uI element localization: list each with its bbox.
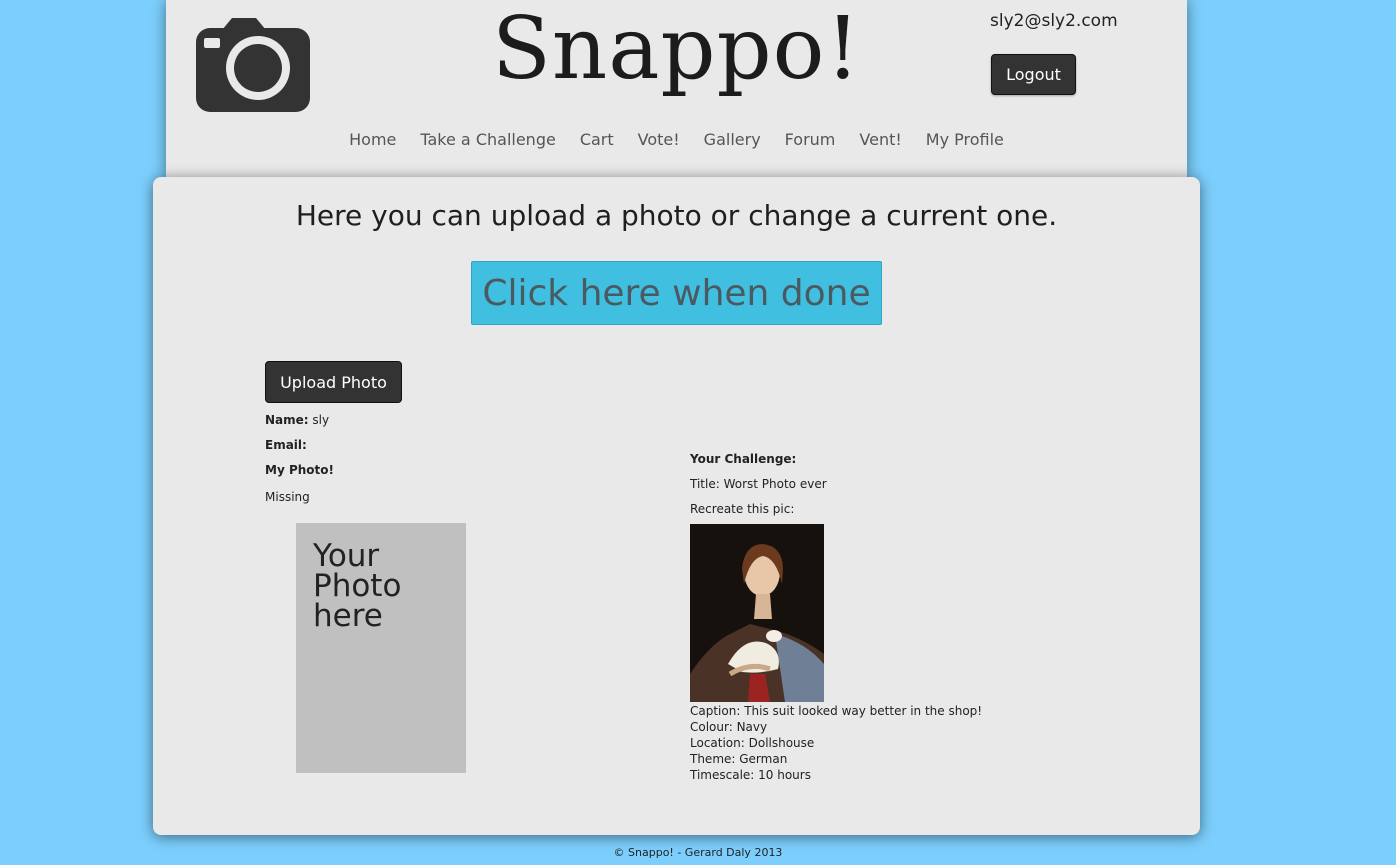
email-row: Email: [265,438,307,452]
name-value: sly [312,413,330,427]
placeholder-text: Your Photo here [313,538,402,634]
nav-vent[interactable]: Vent! [859,128,901,152]
name-row: Name: sly [265,413,329,427]
my-photo-label: My Photo! [265,463,334,477]
challenge-title: Title: Worst Photo ever [690,477,827,491]
user-email: sly2@sly2.com [990,11,1118,31]
site-header: Snappo! sly2@sly2.com Logout Home Take a… [166,0,1187,178]
page-intro: Here you can upload a photo or change a … [295,199,1058,232]
challenge-details: Caption: This suit looked way better in … [690,703,982,783]
nav-vote[interactable]: Vote! [638,128,680,152]
challenge-timescale: Timescale: 10 hours [690,768,811,782]
recreate-label: Recreate this pic: [690,502,795,516]
challenge-theme: Theme: German [690,752,788,766]
name-label: Name: [265,413,309,427]
photo-placeholder[interactable]: Your Photo here [296,523,466,773]
challenge-heading: Your Challenge: [690,452,797,466]
nav-gallery[interactable]: Gallery [704,128,761,152]
nav-cart[interactable]: Cart [580,128,614,152]
nav-my-profile[interactable]: My Profile [926,128,1004,152]
challenge-caption: Caption: This suit looked way better in … [690,704,983,718]
challenge-painting [690,524,824,702]
nav-take-a-challenge[interactable]: Take a Challenge [420,128,555,152]
challenge-location: Location: Dollshouse [690,736,815,750]
nav-forum[interactable]: Forum [785,128,836,152]
email-label: Email: [265,438,307,452]
logout-button[interactable]: Logout [991,54,1076,95]
footer-copyright: © Snappo! - Gerard Daly 2013 [613,846,783,859]
main-nav: Home Take a Challenge Cart Vote! Gallery… [166,128,1187,152]
photo-status: Missing [265,490,310,504]
content-panel: Here you can upload a photo or change a … [153,177,1200,835]
done-button[interactable]: Click here when done [471,261,882,325]
upload-photo-button[interactable]: Upload Photo [265,361,402,403]
challenge-colour: Colour: Navy [690,720,768,734]
nav-home[interactable]: Home [349,128,396,152]
